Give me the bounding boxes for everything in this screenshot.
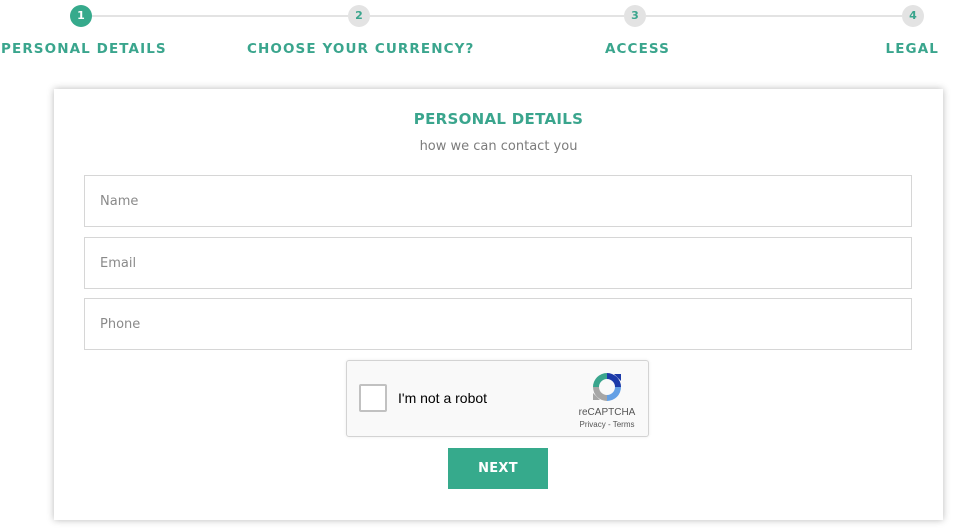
recaptcha-links: Privacy - Terms — [569, 420, 645, 429]
recaptcha-checkbox[interactable] — [359, 384, 387, 412]
progress-stepper: 1 2 3 4 PERSONAL DETAILS CHOOSE YOUR CUR… — [0, 0, 955, 70]
recaptcha-widget: I'm not a robot reCAPTCHA Privacy - Term… — [346, 360, 649, 437]
name-input[interactable] — [84, 175, 912, 227]
personal-details-card: PERSONAL DETAILS how we can contact you … — [54, 89, 943, 520]
step-1-label: PERSONAL DETAILS — [1, 41, 167, 57]
step-2-circle: 2 — [348, 5, 370, 27]
step-connector — [92, 15, 348, 17]
step-4-circle: 4 — [902, 5, 924, 27]
step-connector — [370, 15, 624, 17]
recaptcha-logo-icon — [593, 373, 621, 401]
form-subtitle: how we can contact you — [419, 139, 578, 154]
step-connector — [646, 15, 902, 17]
next-button[interactable]: NEXT — [448, 448, 548, 489]
form-title: PERSONAL DETAILS — [413, 110, 584, 128]
recaptcha-label: I'm not a robot — [398, 390, 488, 406]
recaptcha-brand: reCAPTCHA — [578, 407, 636, 418]
email-input[interactable] — [84, 237, 912, 289]
step-2-label: CHOOSE YOUR CURRENCY? — [247, 41, 475, 57]
step-3-circle: 3 — [624, 5, 646, 27]
step-3-label: ACCESS — [605, 41, 670, 57]
step-1-circle: 1 — [70, 5, 92, 27]
link-separator: - — [605, 420, 613, 429]
terms-link[interactable]: Terms — [613, 420, 635, 429]
privacy-link[interactable]: Privacy — [580, 420, 606, 429]
phone-input[interactable] — [84, 298, 912, 350]
step-4-label: LEGAL — [885, 41, 939, 57]
